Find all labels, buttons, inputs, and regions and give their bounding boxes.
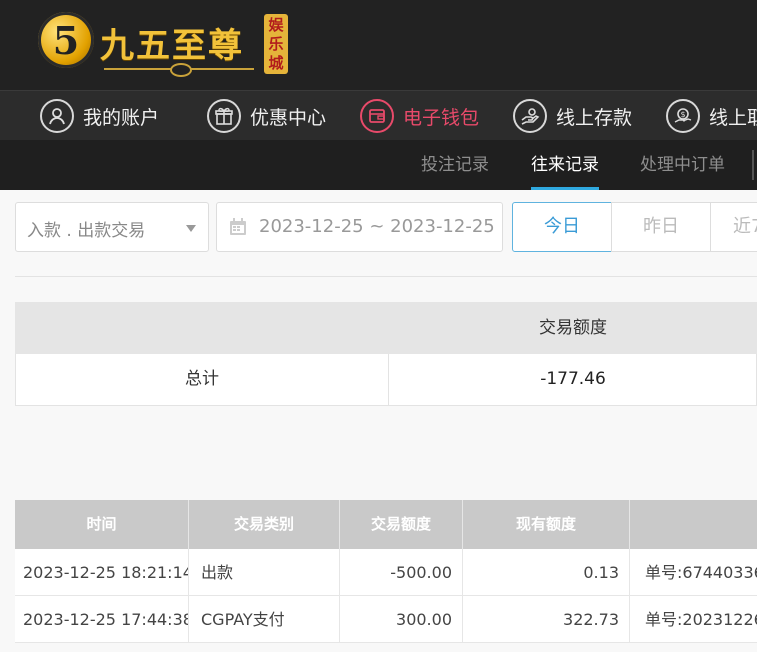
- nav-my-account[interactable]: 我的账户: [40, 91, 159, 141]
- brand-tag: 娱乐城: [264, 14, 288, 74]
- column-header-amount: 交易额度: [340, 500, 463, 549]
- cell-type: CGPAY支付: [189, 596, 340, 642]
- brand-logo[interactable]: 5 九五至尊 娱乐城: [38, 12, 288, 78]
- logo-emblem: 5: [38, 12, 94, 68]
- main-nav: 我的账户 优惠中心 电子钱包 线上存款 $ 线上取: [0, 90, 757, 140]
- tab-bet-records[interactable]: 投注记录: [421, 140, 489, 190]
- summary-value: -177.46: [540, 369, 606, 389]
- table-row: 2023-12-25 18:21:14 出款 -500.00 0.13 单号:6…: [15, 549, 757, 596]
- cell-note: 单号:20231226: [645, 610, 757, 629]
- deposit-hand-icon: [513, 99, 547, 133]
- calendar-icon: [230, 218, 246, 235]
- gift-icon: [207, 99, 241, 133]
- nav-label: 优惠中心: [250, 106, 327, 129]
- nav-e-wallet[interactable]: 电子钱包: [360, 91, 479, 141]
- table-row: 2023-12-25 17:44:38 CGPAY支付 300.00 322.7…: [15, 596, 757, 643]
- cell-time: 2023-12-25 17:44:38: [15, 596, 189, 642]
- column-header-balance: 现有额度: [463, 500, 630, 549]
- nav-online-deposit[interactable]: 线上存款: [513, 91, 632, 141]
- wallet-icon: [360, 99, 394, 133]
- yesterday-button[interactable]: 昨日: [611, 202, 711, 252]
- today-button[interactable]: 今日: [512, 202, 612, 252]
- date-range-input[interactable]: 2023-12-25 ~ 2023-12-25: [216, 202, 503, 252]
- brand-name: 九五至尊: [100, 26, 244, 66]
- header: 5 九五至尊 娱乐城: [0, 0, 757, 90]
- date-range-value: 2023-12-25 ~ 2023-12-25: [259, 216, 495, 237]
- summary-row: 总计 -177.46: [15, 354, 757, 406]
- page: 5 九五至尊 娱乐城 我的账户 优惠中心 电子钱包 线上存款 $ 线上取 投注记…: [0, 0, 757, 652]
- cell-amount: 300.00: [340, 596, 463, 642]
- summary-header: 交易额度: [15, 302, 757, 354]
- logo-ornament: [104, 63, 254, 77]
- tab-pending-orders[interactable]: 处理中订单: [640, 140, 725, 190]
- transactions-table: 时间 交易类别 交易额度 现有额度 2023-12-25 18:21:14 出款…: [15, 500, 757, 643]
- user-icon: [40, 99, 74, 133]
- table-header: 时间 交易类别 交易额度 现有额度: [15, 500, 757, 549]
- select-value: 入款 . 出款交易: [27, 221, 146, 241]
- nav-online-withdraw[interactable]: $ 线上取: [666, 91, 757, 141]
- nav-label: 线上存款: [556, 106, 633, 129]
- withdraw-dollar-icon: $: [666, 99, 700, 133]
- filter-bar: 入款 . 出款交易 2023-12-25 ~ 2023-12-25 今日 昨日 …: [0, 190, 757, 276]
- transaction-type-select[interactable]: 入款 . 出款交易: [15, 202, 209, 252]
- cell-time: 2023-12-25 18:21:14: [15, 549, 189, 595]
- summary-header-label: 交易额度: [539, 318, 607, 338]
- nav-label: 线上取: [709, 106, 757, 129]
- column-header-time: 时间: [15, 500, 189, 549]
- nav-promotions[interactable]: 优惠中心: [207, 91, 326, 141]
- column-header-type: 交易类别: [189, 500, 340, 549]
- divider: [15, 276, 757, 277]
- nav-label: 我的账户: [83, 106, 160, 129]
- svg-text:$: $: [680, 110, 685, 119]
- caret-down-icon: [186, 225, 196, 232]
- cell-balance: 322.73: [463, 596, 630, 642]
- tab-transaction-records[interactable]: 往来记录: [531, 140, 599, 190]
- cell-note: 单号:67440336: [645, 563, 757, 582]
- last-7-days-button[interactable]: 近7: [710, 202, 757, 252]
- summary-label: 总计: [16, 354, 389, 405]
- cell-balance: 0.13: [463, 549, 630, 595]
- cell-type: 出款: [189, 549, 340, 595]
- logo-digit: 5: [52, 18, 80, 63]
- column-header-note: [630, 500, 757, 549]
- tab-divider: [752, 150, 754, 180]
- summary-table: 交易额度 总计 -177.46: [15, 302, 757, 406]
- nav-label: 电子钱包: [403, 106, 480, 129]
- sub-tabs: 投注记录 往来记录 处理中订单: [0, 140, 757, 190]
- cell-amount: -500.00: [340, 549, 463, 595]
